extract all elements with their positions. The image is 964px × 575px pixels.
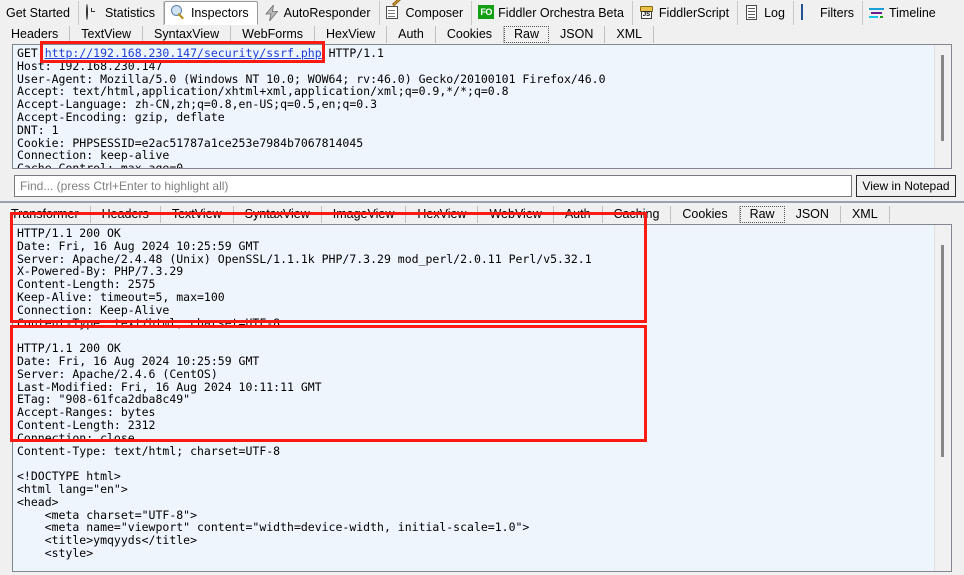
request-tab-webforms[interactable]: WebForms bbox=[231, 25, 316, 43]
request-tab-raw[interactable]: Raw bbox=[504, 25, 550, 43]
response-tab-cookies[interactable]: Cookies bbox=[671, 205, 740, 223]
tab-log[interactable]: Log bbox=[738, 0, 794, 25]
request-panel-scrollbar[interactable] bbox=[934, 45, 951, 168]
response-block-two: HTTP/1.1 200 OK Date: Fri, 16 Aug 2024 1… bbox=[17, 341, 322, 458]
request-tab-raw-label: Raw bbox=[514, 26, 540, 41]
response-tab-headers-label: Headers bbox=[101, 206, 149, 221]
tab-composer-label: Composer bbox=[405, 5, 464, 20]
log-icon bbox=[744, 4, 760, 21]
panel-divider bbox=[0, 201, 964, 203]
tab-fiddlerscript-label: FiddlerScript bbox=[658, 5, 730, 20]
response-tab-auth[interactable]: Auth bbox=[554, 205, 603, 223]
tab-timeline[interactable]: Timeline bbox=[863, 1, 944, 25]
response-tab-raw[interactable]: Raw bbox=[739, 205, 785, 223]
find-input-placeholder: Find... (press Ctrl+Enter to highlight a… bbox=[20, 179, 229, 193]
tab-autoresponder-label: AutoResponder bbox=[283, 5, 371, 20]
view-in-notepad-label: View in Notepad bbox=[862, 179, 950, 193]
request-line-suffix: HTTP/1.1 bbox=[321, 46, 384, 60]
tab-statistics[interactable]: Statistics bbox=[79, 0, 164, 25]
tab-inspectors[interactable]: Inspectors bbox=[163, 0, 258, 25]
request-tab-syntaxview[interactable]: SyntaxView bbox=[143, 25, 232, 43]
response-tab-syntaxview-label: SyntaxView bbox=[244, 206, 310, 221]
response-tab-xml[interactable]: XML bbox=[841, 205, 890, 223]
magnifier-icon bbox=[170, 4, 187, 21]
request-inspector-tab-bar: Headers TextView SyntaxView WebForms Hex… bbox=[0, 25, 964, 43]
tab-timeline-label: Timeline bbox=[888, 5, 936, 20]
request-tab-textview[interactable]: TextView bbox=[70, 25, 144, 43]
response-tab-json-label: JSON bbox=[795, 206, 829, 221]
request-raw-text: GET http://192.168.230.147/security/ssrf… bbox=[13, 45, 935, 168]
filter-icon bbox=[800, 3, 816, 21]
response-panel-scrollbar[interactable] bbox=[934, 225, 951, 571]
tab-statistics-label: Statistics bbox=[104, 5, 155, 20]
main-tab-bar: Get Started Statistics Inspectors AutoRe… bbox=[0, 0, 964, 26]
response-tab-hexview[interactable]: HexView bbox=[406, 205, 479, 223]
tab-get-started[interactable]: Get Started bbox=[0, 0, 79, 25]
request-panel-scroll-thumb[interactable] bbox=[941, 55, 944, 141]
tab-fiddlerscript[interactable]: JS FiddlerScript bbox=[633, 0, 739, 25]
request-tab-webforms-label: WebForms bbox=[242, 26, 304, 41]
tab-get-started-label: Get Started bbox=[6, 5, 70, 20]
response-raw-text: HTTP/1.1 200 OK Date: Fri, 16 Aug 2024 1… bbox=[13, 225, 935, 571]
clock-icon bbox=[85, 3, 101, 21]
response-inspector-tab-bar: Transformer Headers TextView SyntaxView … bbox=[0, 205, 964, 223]
tab-log-label: Log bbox=[764, 5, 785, 20]
find-input[interactable]: Find... (press Ctrl+Enter to highlight a… bbox=[14, 175, 852, 197]
request-tab-json-label: JSON bbox=[560, 26, 594, 41]
response-tab-imageview-label: ImageView bbox=[332, 206, 395, 221]
tab-autoresponder[interactable]: AutoResponder bbox=[258, 0, 380, 25]
request-headers-text: Host: 192.168.230.147 User-Agent: Mozill… bbox=[17, 58, 606, 168]
request-tab-headers[interactable]: Headers bbox=[0, 25, 71, 43]
tab-inspectors-label: Inspectors bbox=[190, 5, 249, 20]
response-tab-textview-label: TextView bbox=[171, 206, 222, 221]
response-tab-syntaxview[interactable]: SyntaxView bbox=[234, 205, 322, 223]
response-tab-webview[interactable]: WebView bbox=[478, 205, 554, 223]
response-tab-caching[interactable]: Caching bbox=[603, 205, 672, 223]
response-body: <!DOCTYPE html> <html lang="en"> <head> … bbox=[17, 469, 530, 560]
response-tab-caching-label: Caching bbox=[613, 206, 660, 221]
response-tab-webview-label: WebView bbox=[489, 206, 542, 221]
response-tab-imageview[interactable]: ImageView bbox=[322, 205, 407, 223]
response-tab-hexview-label: HexView bbox=[417, 206, 467, 221]
request-tab-auth[interactable]: Auth bbox=[387, 25, 436, 43]
request-tab-hexview-label: HexView bbox=[326, 26, 376, 41]
request-tab-syntaxview-label: SyntaxView bbox=[154, 26, 220, 41]
response-raw-panel[interactable]: HTTP/1.1 200 OK Date: Fri, 16 Aug 2024 1… bbox=[12, 224, 952, 572]
request-tab-cookies-label: Cookies bbox=[446, 26, 493, 41]
response-tab-raw-label: Raw bbox=[749, 206, 775, 221]
tab-filters-label: Filters bbox=[819, 5, 854, 20]
request-tab-headers-label: Headers bbox=[11, 26, 59, 41]
response-tab-headers[interactable]: Headers bbox=[91, 205, 161, 223]
lightning-icon bbox=[264, 4, 280, 21]
response-tab-cookies-label: Cookies bbox=[682, 206, 728, 221]
js-icon: JS bbox=[639, 5, 655, 21]
response-tab-transformer-label: Transformer bbox=[11, 206, 79, 221]
response-tab-transformer[interactable]: Transformer bbox=[0, 205, 91, 223]
tab-filters[interactable]: Filters bbox=[794, 0, 863, 25]
response-tab-xml-label: XML bbox=[851, 206, 878, 221]
request-raw-panel[interactable]: GET http://192.168.230.147/security/ssrf… bbox=[12, 44, 952, 169]
fiddler-window: Get Started Statistics Inspectors AutoRe… bbox=[0, 0, 964, 575]
request-tab-hexview[interactable]: HexView bbox=[315, 25, 388, 43]
request-tab-cookies[interactable]: Cookies bbox=[436, 25, 505, 43]
response-block-one: HTTP/1.1 200 OK Date: Fri, 16 Aug 2024 1… bbox=[17, 226, 592, 330]
tab-fiddler-orchestra[interactable]: FO Fiddler Orchestra Beta bbox=[472, 0, 633, 25]
tab-composer[interactable]: Composer bbox=[380, 0, 473, 25]
request-tab-auth-label: Auth bbox=[398, 26, 424, 41]
compose-icon bbox=[385, 0, 402, 21]
response-tab-textview[interactable]: TextView bbox=[161, 205, 234, 223]
response-tab-auth-label: Auth bbox=[564, 206, 591, 221]
request-tab-xml[interactable]: XML bbox=[605, 25, 655, 43]
response-panel-scroll-thumb[interactable] bbox=[941, 245, 944, 457]
view-in-notepad-button[interactable]: View in Notepad bbox=[856, 175, 956, 197]
tab-fiddler-orchestra-label: Fiddler Orchestra Beta bbox=[498, 5, 624, 20]
request-tab-textview-label: TextView bbox=[81, 26, 132, 41]
timeline-icon bbox=[868, 5, 885, 21]
response-tab-json[interactable]: JSON bbox=[785, 205, 841, 223]
fo-icon: FO bbox=[478, 4, 495, 21]
request-tab-xml-label: XML bbox=[616, 26, 643, 41]
request-tab-json[interactable]: JSON bbox=[549, 25, 606, 43]
